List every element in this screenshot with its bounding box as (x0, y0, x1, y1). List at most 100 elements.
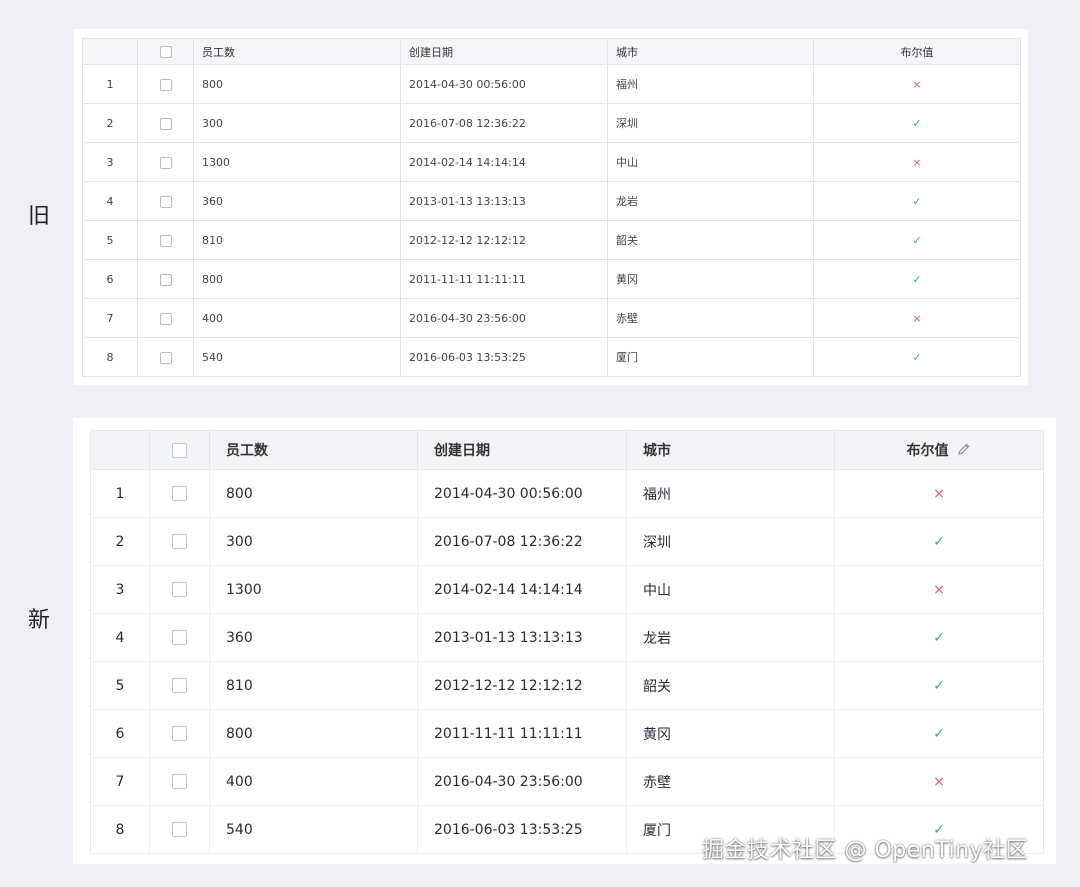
row-checkbox[interactable] (159, 117, 172, 130)
row-index[interactable]: 6 (82, 259, 138, 299)
created-date-header[interactable]: 创建日期 (400, 38, 608, 65)
boolean-cell[interactable]: × (813, 142, 1021, 182)
boolean-cell[interactable]: ✓ (813, 103, 1021, 143)
table-row[interactable]: 1 800 2014-04-30 00:56:00 福州 × (90, 469, 1044, 518)
row-checkbox[interactable] (159, 312, 172, 325)
city-cell[interactable]: 赤壁 (607, 298, 814, 338)
table-row[interactable]: 6 800 2011-11-11 11:11:11 黄冈 ✓ (90, 709, 1044, 758)
row-index[interactable]: 3 (90, 565, 150, 614)
city-cell[interactable]: 黄冈 (626, 709, 835, 758)
created-date-cell[interactable]: 2014-04-30 00:56:00 (417, 469, 627, 518)
created-date-cell[interactable]: 2016-06-03 13:53:25 (417, 805, 627, 854)
employees-cell[interactable]: 300 (209, 517, 418, 566)
boolean-cell[interactable]: × (834, 469, 1044, 518)
created-date-header[interactable]: 创建日期 (417, 430, 627, 470)
created-date-cell[interactable]: 2016-04-30 23:56:00 (417, 757, 627, 806)
created-date-cell[interactable]: 2013-01-13 13:13:13 (400, 181, 608, 221)
employees-cell[interactable]: 540 (209, 805, 418, 854)
row-index[interactable]: 3 (82, 142, 138, 182)
employees-cell[interactable]: 400 (209, 757, 418, 806)
created-date-cell[interactable]: 2011-11-11 11:11:11 (400, 259, 608, 299)
select-all-checkbox[interactable] (159, 46, 172, 58)
employees-cell[interactable]: 810 (193, 220, 401, 260)
row-checkbox[interactable] (159, 234, 172, 247)
row-index[interactable]: 5 (82, 220, 138, 260)
boolean-cell[interactable]: ✓ (813, 181, 1021, 221)
row-index[interactable]: 2 (82, 103, 138, 143)
created-date-cell[interactable]: 2014-02-14 14:14:14 (417, 565, 627, 614)
row-index[interactable]: 7 (90, 757, 150, 806)
employees-cell[interactable]: 800 (209, 469, 418, 518)
city-cell[interactable]: 福州 (607, 64, 814, 104)
city-cell[interactable]: 龙岩 (626, 613, 835, 662)
employees-cell[interactable]: 800 (209, 709, 418, 758)
boolean-cell[interactable]: × (813, 64, 1021, 104)
row-index[interactable]: 7 (82, 298, 138, 338)
employees-cell[interactable]: 540 (193, 337, 401, 377)
row-checkbox[interactable] (172, 678, 187, 693)
select-all-checkbox[interactable] (172, 442, 187, 458)
row-index[interactable]: 6 (90, 709, 150, 758)
employees-cell[interactable]: 800 (193, 259, 401, 299)
boolean-cell[interactable]: ✓ (813, 259, 1021, 299)
employees-cell[interactable]: 1300 (209, 565, 418, 614)
table-row[interactable]: 6 800 2011-11-11 11:11:11 黄冈 ✓ (82, 259, 1021, 299)
row-checkbox[interactable] (159, 156, 172, 169)
created-date-cell[interactable]: 2016-07-08 12:36:22 (400, 103, 608, 143)
row-index[interactable]: 4 (90, 613, 150, 662)
boolean-cell[interactable]: ✓ (834, 517, 1044, 566)
table-row[interactable]: 2 300 2016-07-08 12:36:22 深圳 ✓ (82, 103, 1021, 143)
employees-header[interactable]: 员工数 (209, 430, 418, 470)
row-index[interactable]: 1 (82, 64, 138, 104)
table-row[interactable]: 7 400 2016-04-30 23:56:00 赤壁 × (90, 757, 1044, 806)
boolean-header[interactable]: 布尔值 (813, 38, 1021, 65)
table-row[interactable]: 4 360 2013-01-13 13:13:13 龙岩 ✓ (82, 181, 1021, 221)
row-checkbox[interactable] (172, 630, 187, 645)
created-date-cell[interactable]: 2011-11-11 11:11:11 (417, 709, 627, 758)
row-checkbox[interactable] (172, 822, 187, 837)
boolean-cell[interactable]: ✓ (834, 709, 1044, 758)
boolean-cell[interactable]: ✓ (813, 220, 1021, 260)
created-date-cell[interactable]: 2014-02-14 14:14:14 (400, 142, 608, 182)
city-cell[interactable]: 中山 (607, 142, 814, 182)
row-checkbox[interactable] (159, 273, 172, 286)
city-cell[interactable]: 赤壁 (626, 757, 835, 806)
table-row[interactable]: 3 1300 2014-02-14 14:14:14 中山 × (82, 142, 1021, 182)
city-cell[interactable]: 龙岩 (607, 181, 814, 221)
city-cell[interactable]: 韶关 (626, 661, 835, 710)
created-date-cell[interactable]: 2013-01-13 13:13:13 (417, 613, 627, 662)
employees-cell[interactable]: 300 (193, 103, 401, 143)
boolean-cell[interactable]: × (813, 298, 1021, 338)
employees-cell[interactable]: 360 (193, 181, 401, 221)
created-date-cell[interactable]: 2012-12-12 12:12:12 (400, 220, 608, 260)
row-index[interactable]: 5 (90, 661, 150, 710)
city-cell[interactable]: 韶关 (607, 220, 814, 260)
row-checkbox[interactable] (172, 774, 187, 789)
city-cell[interactable]: 厦门 (607, 337, 814, 377)
row-checkbox[interactable] (172, 726, 187, 741)
employees-cell[interactable]: 400 (193, 298, 401, 338)
table-row[interactable]: 2 300 2016-07-08 12:36:22 深圳 ✓ (90, 517, 1044, 566)
employees-cell[interactable]: 810 (209, 661, 418, 710)
created-date-cell[interactable]: 2016-06-03 13:53:25 (400, 337, 608, 377)
boolean-header[interactable]: 布尔值 (834, 430, 1044, 470)
city-header[interactable]: 城市 (626, 430, 835, 470)
city-cell[interactable]: 中山 (626, 565, 835, 614)
city-header[interactable]: 城市 (607, 38, 814, 65)
table-row[interactable]: 5 810 2012-12-12 12:12:12 韶关 ✓ (82, 220, 1021, 260)
table-row[interactable]: 3 1300 2014-02-14 14:14:14 中山 × (90, 565, 1044, 614)
table-row[interactable]: 7 400 2016-04-30 23:56:00 赤壁 × (82, 298, 1021, 338)
employees-cell[interactable]: 1300 (193, 142, 401, 182)
city-cell[interactable]: 深圳 (607, 103, 814, 143)
created-date-cell[interactable]: 2016-07-08 12:36:22 (417, 517, 627, 566)
table-row[interactable]: 5 810 2012-12-12 12:12:12 韶关 ✓ (90, 661, 1044, 710)
boolean-cell[interactable]: × (834, 757, 1044, 806)
row-checkbox[interactable] (172, 534, 187, 549)
created-date-cell[interactable]: 2016-04-30 23:56:00 (400, 298, 608, 338)
employees-header[interactable]: 员工数 (193, 38, 401, 65)
employees-cell[interactable]: 360 (209, 613, 418, 662)
employees-cell[interactable]: 800 (193, 64, 401, 104)
row-index[interactable]: 1 (90, 469, 150, 518)
row-checkbox[interactable] (159, 195, 172, 208)
created-date-cell[interactable]: 2012-12-12 12:12:12 (417, 661, 627, 710)
